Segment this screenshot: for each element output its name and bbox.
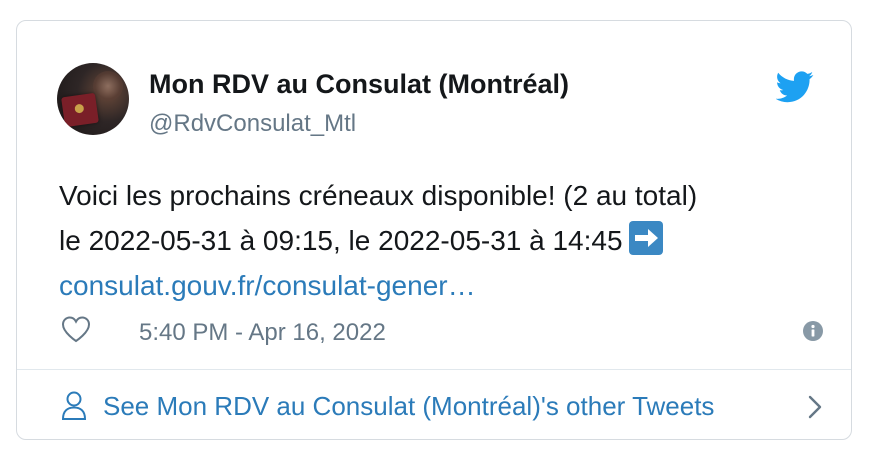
tweet-meta-row: 5:40 PM - Apr 16, 2022 bbox=[59, 311, 823, 351]
heart-icon[interactable] bbox=[61, 315, 91, 343]
see-other-tweets-link[interactable]: See Mon RDV au Consulat (Montréal)'s oth… bbox=[59, 387, 829, 427]
twitter-bird-icon[interactable] bbox=[776, 71, 814, 103]
tweet-text-line-2: le 2022-05-31 à 09:15, le 2022-05-31 à 1… bbox=[59, 218, 839, 263]
tweet-text-line-3: consulat.gouv.fr/consulat-gener… bbox=[59, 263, 839, 308]
chevron-right-icon[interactable] bbox=[807, 393, 823, 421]
info-icon[interactable] bbox=[803, 321, 823, 341]
see-other-tweets-label[interactable]: See Mon RDV au Consulat (Montréal)'s oth… bbox=[103, 391, 714, 422]
avatar-passport-image bbox=[61, 92, 99, 128]
avatar-lens-glare bbox=[93, 71, 123, 101]
right-arrow-emoji bbox=[628, 221, 663, 255]
tweet-link[interactable]: consulat.gouv.fr/consulat-gener… bbox=[59, 270, 476, 301]
tweet-timestamp[interactable]: 5:40 PM - Apr 16, 2022 bbox=[139, 319, 386, 347]
tweet-text-line-1: Voici les prochains créneaux disponible!… bbox=[59, 180, 698, 211]
author-handle[interactable]: @RdvConsulat_Mtl bbox=[149, 110, 356, 138]
tweet-text-slots: le 2022-05-31 à 09:15, le 2022-05-31 à 1… bbox=[59, 225, 623, 256]
author-display-name[interactable]: Mon RDV au Consulat (Montréal) bbox=[149, 69, 569, 100]
embedded-tweet-card: Mon RDV au Consulat (Montréal) @RdvConsu… bbox=[16, 20, 852, 440]
right-arrow-icon bbox=[634, 229, 658, 247]
footer-divider bbox=[17, 369, 851, 370]
tweet-text: Voici les prochains créneaux disponible!… bbox=[59, 173, 839, 308]
avatar[interactable] bbox=[57, 63, 129, 135]
person-icon bbox=[61, 391, 87, 420]
